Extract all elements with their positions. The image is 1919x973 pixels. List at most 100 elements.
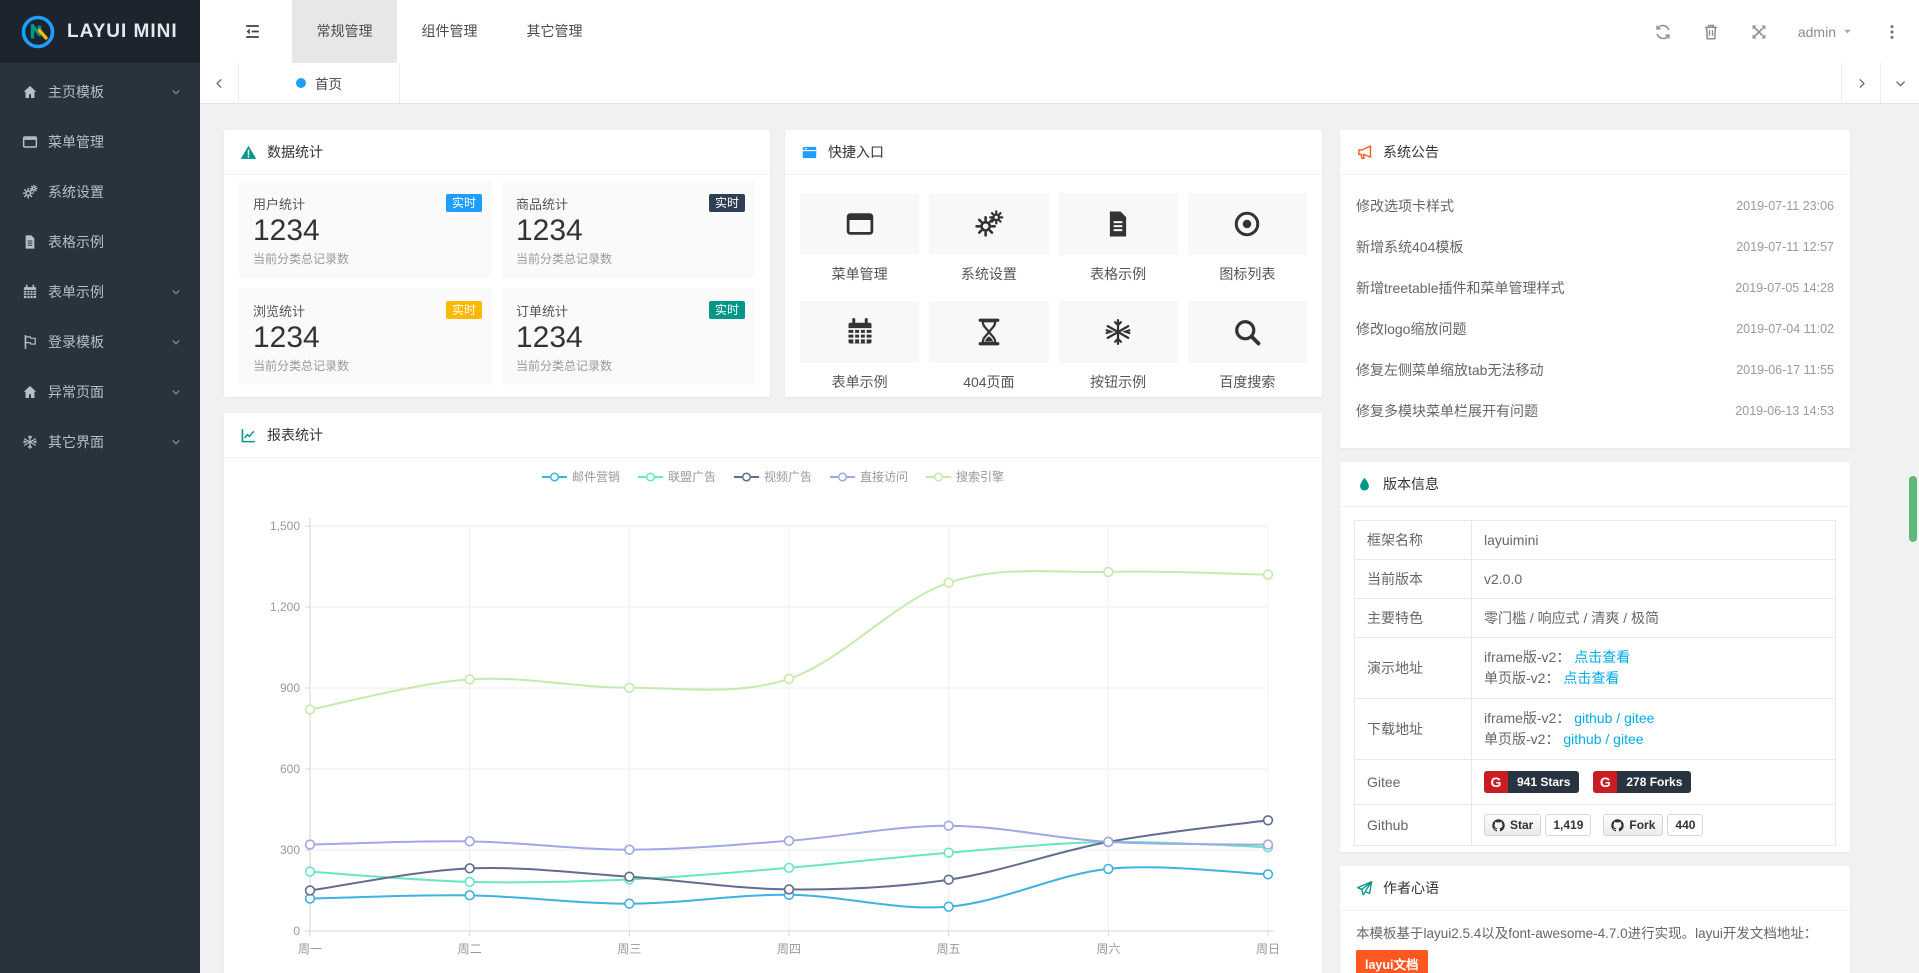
announcement-date: 2019-06-17 11:55 [1736, 363, 1834, 377]
announcement-item-5[interactable]: 修复多模块菜单栏展开有问题 2019-06-13 14:53 [1356, 390, 1834, 431]
github-fork-button[interactable]: Fork [1603, 814, 1663, 836]
link-gitee[interactable]: gitee [1624, 710, 1654, 726]
file-icon [22, 234, 38, 250]
github-star-button[interactable]: Star [1484, 814, 1541, 836]
gitee-badge[interactable]: G 941 Stars [1484, 771, 1579, 793]
tab-home[interactable]: 首页 [239, 63, 400, 103]
announcement-item-3[interactable]: 修改logo缩放问题 2019-07-04 11:02 [1356, 308, 1834, 349]
sidebar-item-1[interactable]: 菜单管理 [0, 117, 200, 167]
tabs-scroll-left-icon[interactable] [200, 63, 239, 103]
legend-marker-icon [830, 472, 855, 482]
sidebar-item-label: 登录模板 [48, 332, 170, 352]
sidebar-item-label: 表单示例 [48, 282, 170, 302]
quick-entry-7[interactable]: 百度搜索 [1188, 301, 1307, 392]
announcement-list: 修改选项卡样式 2019-07-11 23:06新增系统404模板 2019-0… [1340, 175, 1850, 431]
quick-entry-5[interactable]: 404页面 [929, 301, 1048, 392]
sidebar-item-4[interactable]: 表单示例 [0, 267, 200, 317]
announcement-item-2[interactable]: 新增treetable插件和菜单管理样式 2019-07-05 14:28 [1356, 267, 1834, 308]
stat-desc: 当前分类总记录数 [516, 250, 741, 267]
sidebar-item-label: 异常页面 [48, 382, 170, 402]
chevron-down-icon [170, 386, 182, 398]
version-row-1: 当前版本v2.0.0 [1355, 560, 1836, 599]
window-icon [800, 193, 919, 255]
chart-legend: 邮件营销 联盟广告 视频广告 直接访问 搜索引擎 [224, 468, 1322, 485]
fullscreen-icon[interactable] [1750, 23, 1768, 41]
announcement-item-0[interactable]: 修改选项卡样式 2019-07-11 23:06 [1356, 185, 1834, 226]
search-icon [1188, 301, 1307, 363]
quick-entry-2[interactable]: 表格示例 [1059, 193, 1178, 284]
tab-home-label: 首页 [315, 73, 342, 93]
sidebar-item-3[interactable]: 表格示例 [0, 217, 200, 267]
quick-entry-6[interactable]: 按钮示例 [1059, 301, 1178, 392]
stat-box-3: 订单统计 1234 当前分类总记录数 实时 [502, 288, 755, 385]
github-count[interactable]: 1,419 [1545, 814, 1591, 836]
home-icon [22, 384, 38, 400]
logo[interactable]: LAYUI MINI [0, 0, 200, 63]
chevron-down-icon [170, 336, 182, 348]
sidebar-item-6[interactable]: 异常页面 [0, 367, 200, 417]
author-line1: 本模板基于layui2.5.4以及font-awesome-4.7.0进行实现。… [1356, 922, 1834, 945]
quick-entry-label: 404页面 [929, 372, 1048, 392]
megaphone-icon [1356, 144, 1373, 161]
quick-entry-1[interactable]: 系统设置 [929, 193, 1048, 284]
quick-entry-label: 菜单管理 [800, 264, 919, 284]
link-点击查看[interactable]: 点击查看 [1563, 670, 1619, 686]
layui-logo-icon [20, 14, 56, 50]
link-github[interactable]: github [1563, 731, 1601, 747]
link-gitee[interactable]: gitee [1613, 731, 1643, 747]
quick-entry-4[interactable]: 表单示例 [800, 301, 919, 392]
sidebar-item-7[interactable]: 其它界面 [0, 417, 200, 467]
link-github[interactable]: github [1574, 710, 1612, 726]
announcement-text: 修改选项卡样式 [1356, 196, 1454, 216]
announcement-date: 2019-07-05 14:28 [1735, 281, 1834, 295]
header-tab-2[interactable]: 其它管理 [502, 0, 607, 63]
legend-item-2[interactable]: 视频广告 [734, 468, 812, 485]
legend-item-4[interactable]: 搜索引擎 [926, 468, 1004, 485]
version-value: layuimini [1484, 532, 1538, 548]
legend-item-3[interactable]: 直接访问 [830, 468, 908, 485]
stat-value: 1234 [253, 213, 478, 249]
legend-label: 联盟广告 [668, 468, 716, 485]
refresh-icon[interactable] [1654, 23, 1672, 41]
scrollbar-thumb[interactable] [1909, 476, 1917, 542]
sidebar-item-0[interactable]: 主页模板 [0, 67, 200, 117]
legend-label: 直接访问 [860, 468, 908, 485]
layui-doc-badge[interactable]: layui文档 [1356, 950, 1428, 973]
quick-entry-0[interactable]: 菜单管理 [800, 193, 919, 284]
tabs-menu-icon[interactable] [1880, 63, 1919, 103]
sidebar-item-2[interactable]: 系统设置 [0, 167, 200, 217]
quick-entry-3[interactable]: 图标列表 [1188, 193, 1307, 284]
tabs-scroll-right-icon[interactable] [1841, 63, 1880, 103]
github-count[interactable]: 440 [1667, 814, 1703, 836]
version-label: 下载地址 [1355, 699, 1472, 760]
legend-item-0[interactable]: 邮件营销 [542, 468, 620, 485]
quick-entry-label: 图标列表 [1188, 264, 1307, 284]
version-table: 框架名称layuimini当前版本v2.0.0主要特色零门槛 / 响应式 / 清… [1354, 520, 1836, 846]
legend-marker-icon [638, 472, 663, 482]
active-tab-dot-icon [296, 78, 306, 88]
sidebar-item-5[interactable]: 登录模板 [0, 317, 200, 367]
sidebar-menu: 主页模板 菜单管理 系统设置 表格示例 表单示例 登录模板 异常页面 其它界面 [0, 63, 200, 467]
card-data-statistics: 数据统计 用户统计 1234 当前分类总记录数 实时商品统计 1234 当前分类… [224, 130, 770, 397]
header-tab-0[interactable]: 常规管理 [292, 0, 397, 63]
gitee-badge[interactable]: G 278 Forks [1593, 771, 1691, 793]
window-icon [801, 144, 818, 161]
announcement-text: 修复多模块菜单栏展开有问题 [1356, 401, 1538, 421]
svg-text:周三: 周三 [617, 942, 641, 956]
more-options-icon[interactable] [1883, 23, 1901, 41]
version-value: 零门槛 / 响应式 / 清爽 / 极简 [1484, 610, 1659, 626]
collapse-menu-icon[interactable] [232, 0, 272, 63]
stat-desc: 当前分类总记录数 [253, 357, 478, 374]
link-点击查看[interactable]: 点击查看 [1574, 649, 1630, 665]
announcement-item-4[interactable]: 修复左侧菜单缩放tab无法移动 2019-06-17 11:55 [1356, 349, 1834, 390]
announcement-text: 新增系统404模板 [1356, 237, 1463, 257]
legend-item-1[interactable]: 联盟广告 [638, 468, 716, 485]
announcement-text: 修改logo缩放问题 [1356, 319, 1466, 339]
user-menu[interactable]: admin [1798, 24, 1853, 40]
header-tab-1[interactable]: 组件管理 [397, 0, 502, 63]
stat-box-0: 用户统计 1234 当前分类总记录数 实时 [239, 181, 492, 278]
clear-cache-trash-icon[interactable] [1702, 23, 1720, 41]
announcement-item-1[interactable]: 新增系统404模板 2019-07-11 12:57 [1356, 226, 1834, 267]
svg-text:周四: 周四 [777, 942, 801, 956]
realtime-badge: 实时 [446, 194, 482, 212]
